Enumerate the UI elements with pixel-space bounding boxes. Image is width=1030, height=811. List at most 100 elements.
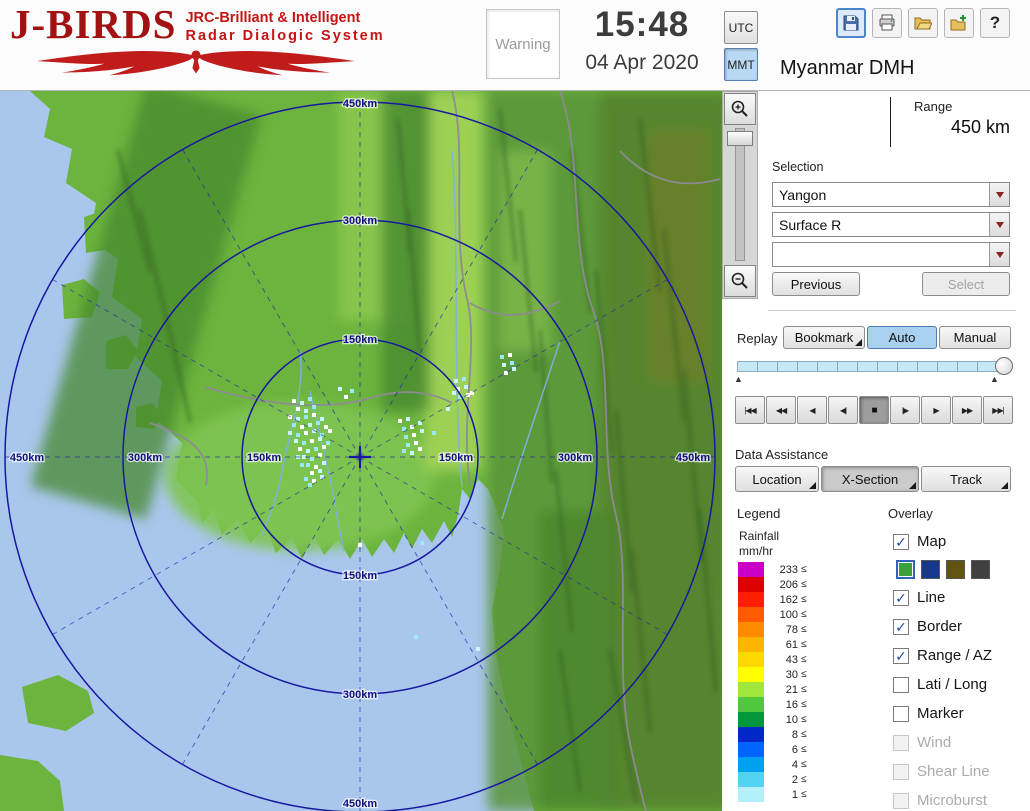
checkbox[interactable] <box>893 706 909 722</box>
overlay-item-border[interactable]: ✓Border <box>893 612 1030 641</box>
mmt-button[interactable]: MMT <box>724 48 758 81</box>
legend-value: 16 <box>768 699 798 711</box>
timezone-toggle: UTC MMT <box>724 11 758 81</box>
checkbox <box>893 764 909 780</box>
range-ring-label: 300km <box>558 452 592 464</box>
legend-row: 2≤ <box>738 772 807 787</box>
open-button[interactable] <box>908 8 938 38</box>
previous-button[interactable]: Previous <box>772 272 860 296</box>
checkbox <box>893 735 909 751</box>
playback-skip-to-start[interactable]: |◀◀ <box>735 396 765 424</box>
map-style-swatch-2[interactable] <box>946 560 965 579</box>
overlay-item-line[interactable]: ✓Line <box>893 583 1030 612</box>
replay-slider[interactable] <box>737 361 1007 372</box>
range-ring-label: 450km <box>676 452 710 464</box>
playback-play[interactable]: ▶ <box>921 396 951 424</box>
legend-product: Rainfall <box>739 529 779 543</box>
manual-button[interactable]: Manual <box>939 326 1011 349</box>
location-button[interactable]: Location <box>735 466 819 492</box>
overlay-item-microburst: Microburst <box>893 786 1030 811</box>
playback-fast-forward[interactable]: ▶▶ <box>952 396 982 424</box>
overlay-item-map[interactable]: ✓Map <box>893 527 1030 556</box>
range-ring-label: 450km <box>343 798 377 810</box>
radar-map[interactable]: 150km150km150km150km300km300km300km300km… <box>0 91 722 811</box>
legend-value: 4 <box>768 759 798 771</box>
playback-skip-to-end[interactable]: ▶▶| <box>983 396 1013 424</box>
range-ring-label: 150km <box>343 570 377 582</box>
select-button[interactable]: Select <box>922 272 1010 296</box>
legend-value: 100 <box>768 609 798 621</box>
checkbox[interactable]: ✓ <box>893 534 909 550</box>
print-button[interactable] <box>872 8 902 38</box>
playback-step-forward[interactable]: |▶ <box>890 396 920 424</box>
export-button[interactable] <box>944 8 974 38</box>
legend-unit: mm/hr <box>739 544 773 558</box>
combobox-arrow-icon[interactable] <box>989 213 1009 236</box>
legend-lte: ≤ <box>801 699 807 710</box>
overlay-label: Lati / Long <box>917 676 987 693</box>
checkbox[interactable]: ✓ <box>893 590 909 606</box>
auto-button[interactable]: Auto <box>867 326 937 349</box>
warning-indicator[interactable]: Warning <box>486 9 560 79</box>
overlay-item-range-az[interactable]: ✓Range / AZ <box>893 641 1030 670</box>
legend-value: 233 <box>768 564 798 576</box>
replay-slider-thumb[interactable] <box>995 357 1013 375</box>
legend-swatch <box>738 757 764 772</box>
legend-swatch <box>738 577 764 592</box>
combobox-arrow-icon[interactable] <box>989 183 1009 206</box>
clock-date: 04 Apr 2020 <box>562 51 722 75</box>
zoom-out-button[interactable] <box>724 265 756 297</box>
map-style-swatch-1[interactable] <box>921 560 940 579</box>
playback-stop[interactable]: ■ <box>859 396 889 424</box>
legend-lte: ≤ <box>801 639 807 650</box>
legend-swatch <box>738 652 764 667</box>
bookmark-button[interactable]: Bookmark <box>783 326 865 349</box>
legend-row: 233≤ <box>738 562 807 577</box>
combobox-arrow-icon[interactable] <box>989 243 1009 266</box>
legend-row: 206≤ <box>738 577 807 592</box>
legend-row: 8≤ <box>738 727 807 742</box>
utc-button[interactable]: UTC <box>724 11 758 44</box>
radar-display[interactable]: 150km150km150km150km300km300km300km300km… <box>0 91 722 811</box>
legend-title: Legend <box>737 506 780 521</box>
legend-swatch <box>738 712 764 727</box>
clock: 15:48 04 Apr 2020 <box>562 5 722 75</box>
range-ring-label: 150km <box>247 452 281 464</box>
track-button[interactable]: Track <box>921 466 1011 492</box>
checkbox[interactable] <box>893 677 909 693</box>
x-section-button[interactable]: X-Section <box>821 466 919 492</box>
legend-lte: ≤ <box>801 744 807 755</box>
slider-marker-left: ▲ <box>734 374 743 384</box>
legend-rows: 233≤206≤162≤100≤78≤61≤43≤30≤21≤16≤10≤8≤6… <box>738 562 807 802</box>
zoom-in-button[interactable] <box>724 93 756 125</box>
zoom-slider[interactable] <box>735 128 745 261</box>
selection-label: Selection <box>772 160 823 174</box>
overlay-item-lati-long[interactable]: Lati / Long <box>893 670 1030 699</box>
legend-lte: ≤ <box>801 789 807 800</box>
station-name: Myanmar DMH <box>780 57 914 80</box>
playback-step-back[interactable]: ◀| <box>828 396 858 424</box>
site-combobox[interactable]: Yangon <box>772 182 1010 207</box>
help-button[interactable]: ? <box>980 8 1010 38</box>
legend-lte: ≤ <box>801 684 807 695</box>
playback-fast-rewind[interactable]: ◀◀ <box>766 396 796 424</box>
range-ring-label: 300km <box>343 215 377 227</box>
checkbox[interactable]: ✓ <box>893 648 909 664</box>
extra-combobox[interactable] <box>772 242 1010 267</box>
legend-row: 21≤ <box>738 682 807 697</box>
legend-lte: ≤ <box>801 609 807 620</box>
warning-label: Warning <box>495 36 550 53</box>
site-combobox-value: Yangon <box>773 187 989 203</box>
checkbox[interactable]: ✓ <box>893 619 909 635</box>
map-style-swatch-3[interactable] <box>971 560 990 579</box>
playback-reverse-play[interactable]: ◀ <box>797 396 827 424</box>
product-combobox[interactable]: Surface R <box>772 212 1010 237</box>
range-divider <box>890 97 891 147</box>
zoom-slider-thumb[interactable] <box>727 131 753 146</box>
save-button[interactable] <box>836 8 866 38</box>
map-style-swatch-0[interactable] <box>896 560 915 579</box>
legend-value: 8 <box>768 729 798 741</box>
overlay-item-marker[interactable]: Marker <box>893 699 1030 728</box>
magnifier-minus-icon <box>730 271 750 291</box>
range-label: Range <box>914 99 952 114</box>
